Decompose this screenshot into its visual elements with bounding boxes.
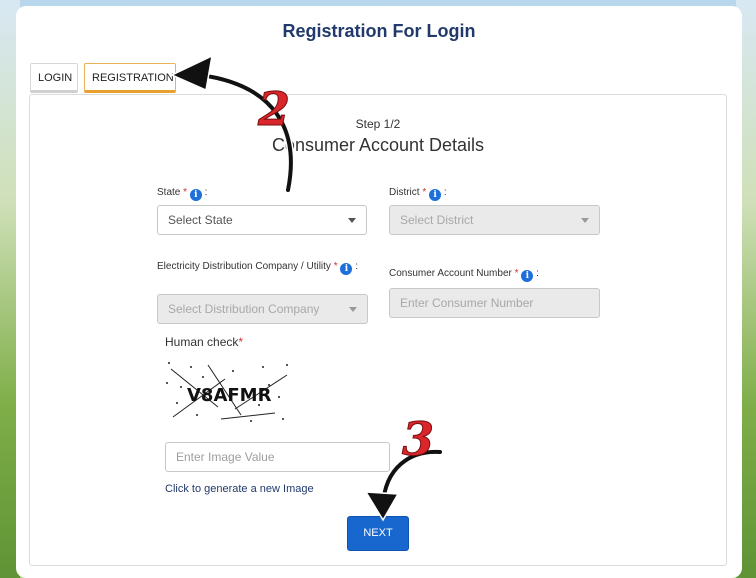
utility-label: Electricity Distribution Company / Utili…: [157, 261, 372, 275]
page-title: Registration For Login: [282, 21, 476, 41]
registration-card: Registration For Login LOGIN REGISTRATIO…: [16, 6, 742, 578]
next-button[interactable]: NEXT: [347, 516, 409, 551]
info-icon[interactable]: i: [340, 263, 353, 275]
utility-select[interactable]: Select Distribution Company: [157, 294, 368, 324]
required-mark: *: [333, 261, 338, 272]
step-indicator: Step 1/2: [355, 117, 401, 131]
utility-select-value: Select Distribution Company: [168, 302, 320, 316]
required-mark: *: [514, 268, 519, 279]
captcha-image: V8AFMR: [166, 362, 288, 422]
utility-label-text: Electricity Distribution Company / Utili…: [157, 261, 331, 272]
account-label: Consumer Account Number * i :: [389, 268, 539, 282]
info-icon[interactable]: i: [429, 189, 442, 201]
label-colon: :: [204, 187, 208, 198]
label-colon: :: [536, 268, 539, 279]
state-label: State * i :: [157, 187, 207, 201]
tab-login[interactable]: LOGIN: [30, 63, 78, 93]
tab-registration[interactable]: REGISTRATION: [84, 63, 176, 93]
chevron-down-icon: [581, 218, 589, 223]
info-icon[interactable]: i: [189, 189, 202, 201]
chevron-down-icon: [349, 307, 357, 312]
human-check-label-text: Human check: [165, 335, 239, 349]
consumer-number-field[interactable]: Enter Consumer Number: [389, 288, 600, 318]
chevron-down-icon: [348, 218, 356, 223]
consumer-number-placeholder: Enter Consumer Number: [400, 296, 534, 310]
state-select[interactable]: Select State: [157, 205, 367, 235]
district-select[interactable]: Select District: [389, 205, 600, 235]
captcha-input-placeholder: Enter Image Value: [176, 450, 275, 464]
captcha-text: V8AFMR: [187, 385, 272, 406]
account-label-text: Consumer Account Number: [389, 268, 512, 279]
form-panel: Step 1/2 Consumer Account Details State …: [29, 94, 727, 566]
required-mark: *: [422, 187, 427, 198]
label-colon: :: [355, 261, 358, 272]
state-select-value: Select State: [168, 213, 233, 227]
info-icon[interactable]: i: [521, 270, 534, 282]
required-mark: *: [183, 187, 188, 198]
regenerate-captcha-link[interactable]: Click to generate a new Image: [165, 483, 314, 495]
form-heading: Consumer Account Details: [271, 135, 485, 155]
label-colon: :: [443, 187, 447, 198]
district-label-text: District: [389, 187, 420, 198]
district-select-value: Select District: [400, 213, 474, 227]
human-check-label: Human check*: [165, 335, 243, 349]
captcha-input[interactable]: Enter Image Value: [165, 442, 390, 472]
district-label: District * i :: [389, 187, 447, 201]
required-mark: *: [238, 335, 244, 349]
state-label-text: State: [157, 187, 181, 198]
